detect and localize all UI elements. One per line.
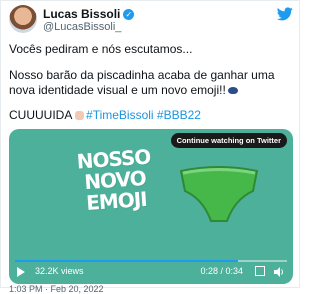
video-controls: 32.2K views 0:28 / 0:34 bbox=[9, 256, 293, 284]
pinching-hand-icon bbox=[75, 111, 85, 121]
tweet-line-3-prefix: CUUUUIDA bbox=[9, 108, 72, 122]
video-overlay-text: NOSSO NOVO EMOJI bbox=[63, 145, 167, 216]
fullscreen-icon[interactable] bbox=[255, 266, 265, 276]
tweet-line-3: CUUUUIDA #TimeBissoli #BBB22 bbox=[9, 108, 201, 123]
blue-heart-icon bbox=[227, 87, 238, 95]
continue-watching-button[interactable]: Continue watching on Twitter bbox=[170, 133, 287, 148]
hashtags-link[interactable]: #TimeBissoli #BBB22 bbox=[86, 108, 201, 122]
tweet-line-1: Vocês pediram e nós escutamos... bbox=[9, 42, 193, 56]
video-player[interactable]: Continue watching on Twitter NOSSO NOVO … bbox=[9, 129, 293, 284]
twitter-bird-icon[interactable] bbox=[277, 7, 293, 21]
progress-fill bbox=[15, 260, 239, 262]
view-count: 32.2K views bbox=[35, 266, 84, 276]
progress-track[interactable] bbox=[15, 260, 287, 262]
tweet-card[interactable]: Lucas Bissoli ✓ @LucasBissoli_ Vocês ped… bbox=[0, 0, 301, 294]
underwear-emoji-icon bbox=[179, 166, 259, 222]
time-display: 0:28 / 0:34 bbox=[200, 266, 243, 276]
tweet-header: Lucas Bissoli ✓ @LucasBissoli_ bbox=[1, 1, 301, 41]
play-icon[interactable] bbox=[17, 267, 25, 277]
author-handle[interactable]: @LucasBissoli_ bbox=[43, 21, 121, 33]
avatar[interactable] bbox=[9, 5, 37, 33]
tweet-line-2: Nosso barão da piscadinha acaba de ganha… bbox=[9, 68, 294, 98]
author-name[interactable]: Lucas Bissoli bbox=[43, 7, 120, 21]
tweet-timestamp[interactable]: 1:03 PM · Feb 20, 2022 bbox=[9, 284, 104, 294]
verified-badge-icon: ✓ bbox=[123, 8, 135, 20]
volume-icon[interactable] bbox=[273, 266, 285, 278]
author-name-row: Lucas Bissoli ✓ bbox=[43, 7, 135, 21]
